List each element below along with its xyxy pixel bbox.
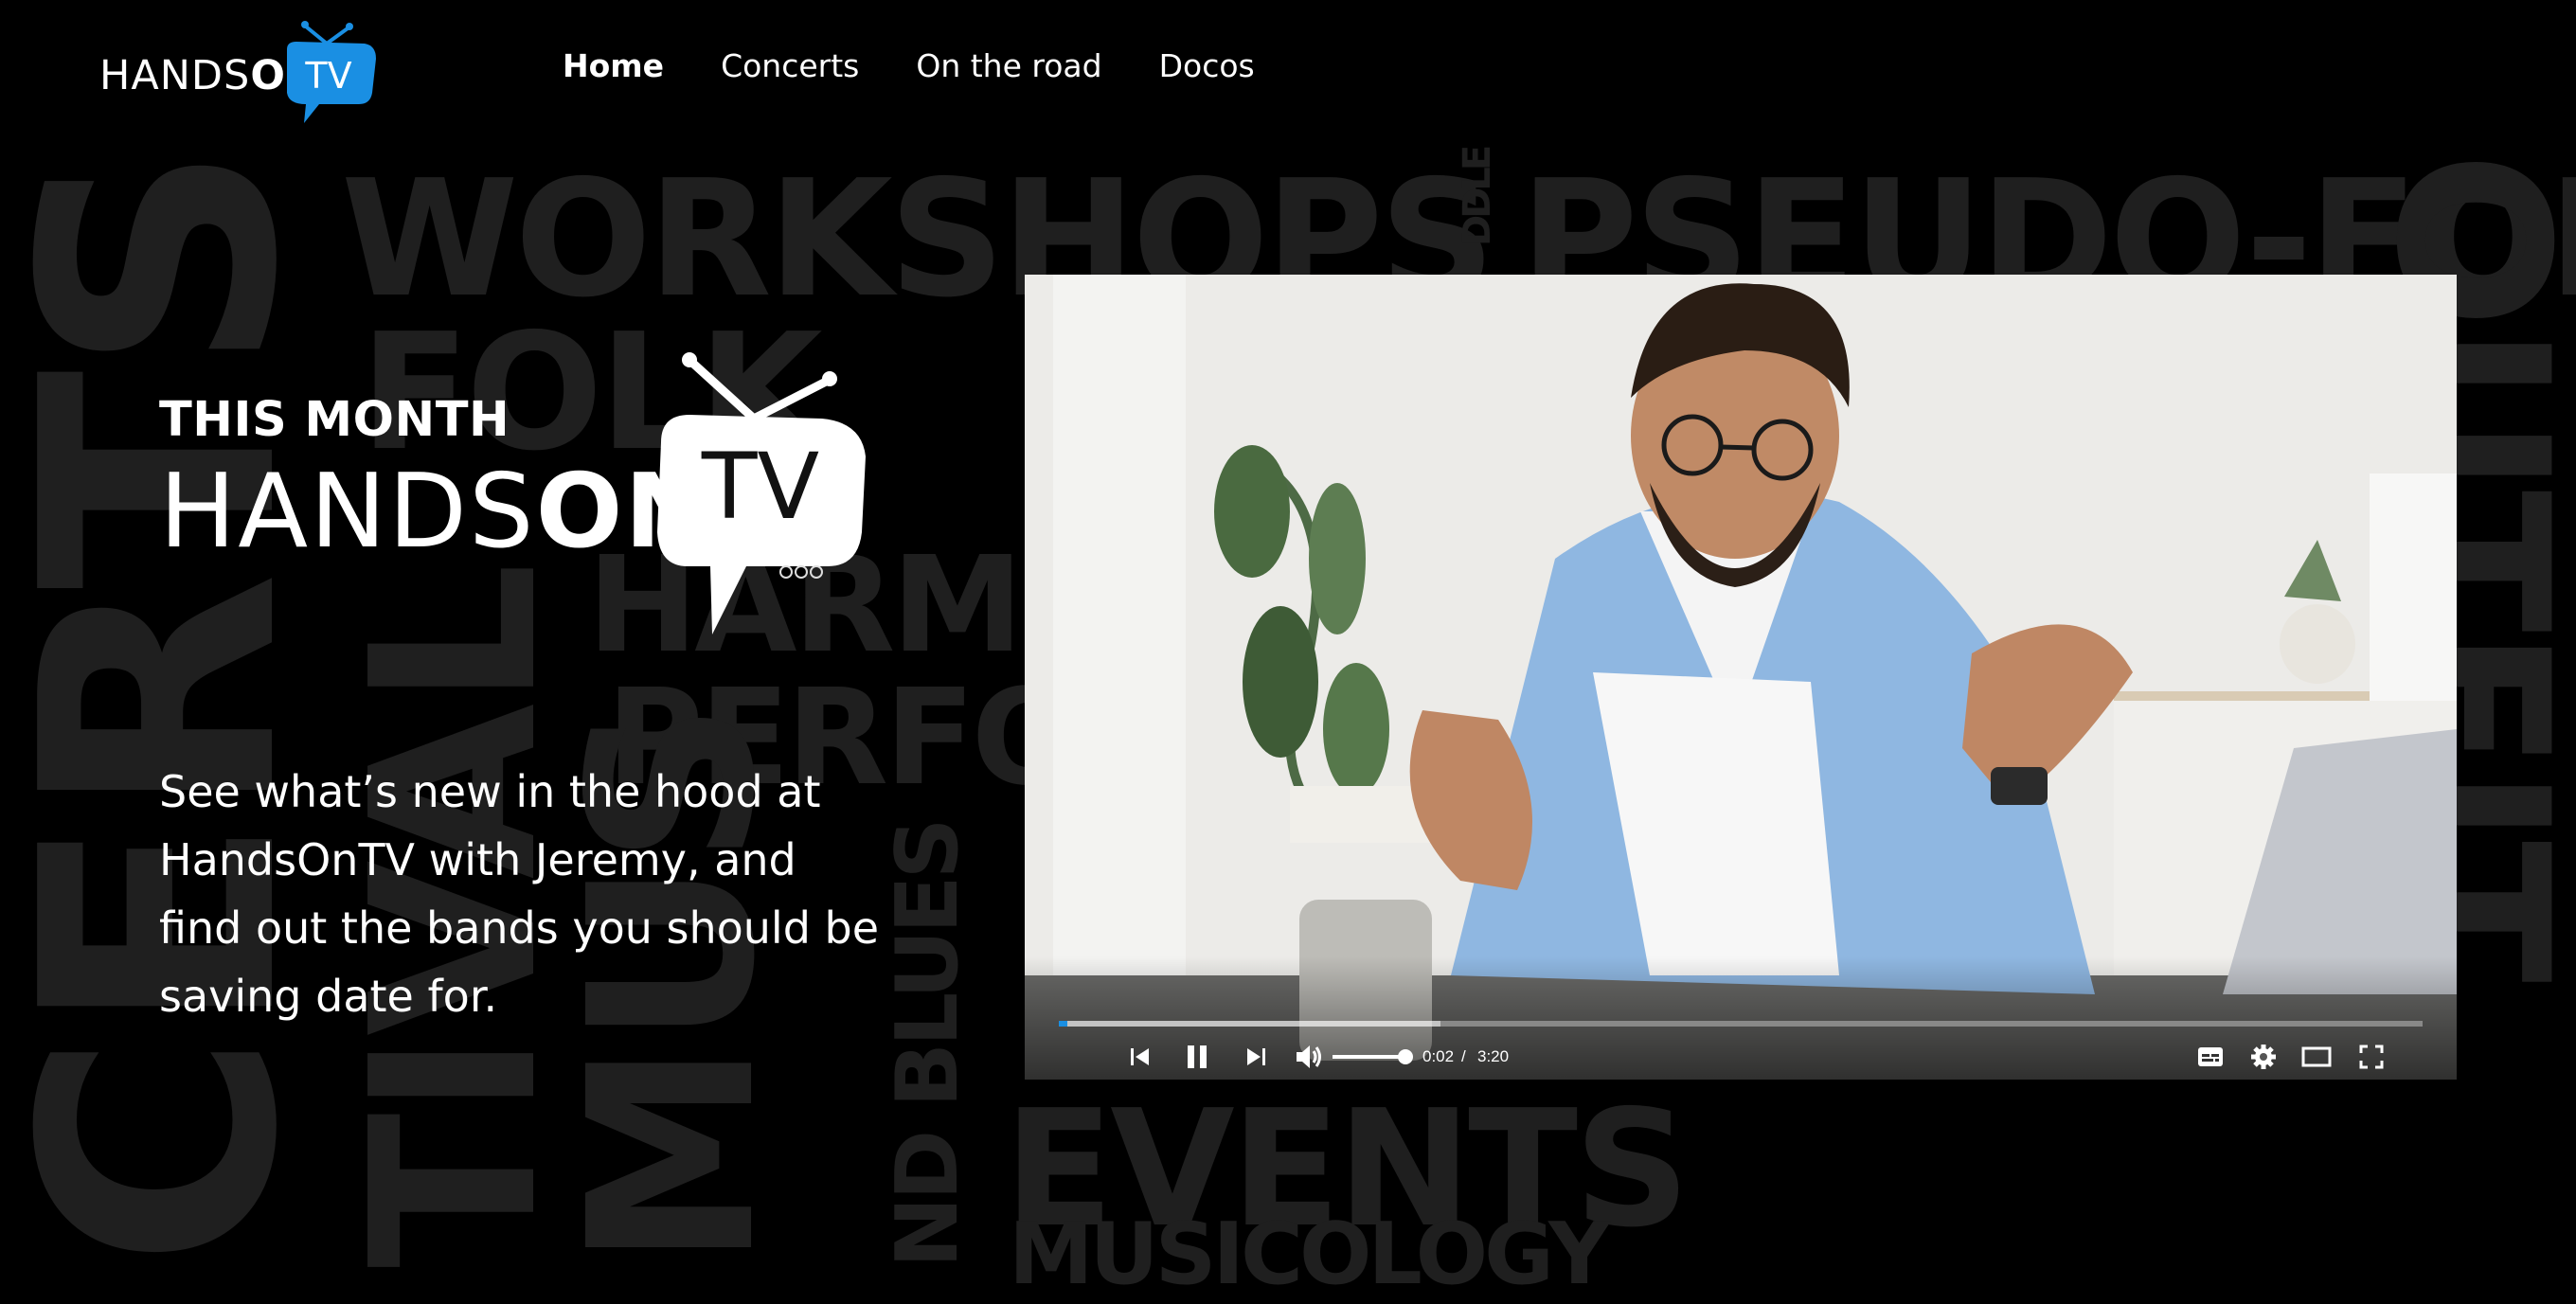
pause-button[interactable] [1180,1040,1214,1074]
nav-on-the-road[interactable]: On the road [916,47,1101,84]
progress-bar[interactable] [1059,1021,2423,1027]
volume-slider-handle[interactable] [1398,1049,1413,1064]
skip-next-icon [1247,1048,1265,1065]
nav-home[interactable]: Home [563,47,664,84]
volume-button[interactable] [1290,1040,1328,1074]
skip-previous-icon [1131,1048,1149,1065]
theater-mode-icon [2301,1046,2332,1067]
current-time: 0:02 [1422,1047,1455,1065]
svg-text:TV: TV [304,55,351,97]
subtitles-icon [2198,1047,2223,1066]
next-button[interactable] [1239,1040,1273,1074]
fullscreen-icon [2359,1045,2384,1069]
fullscreen-button[interactable] [2352,1040,2390,1074]
nav-docos[interactable]: Docos [1159,47,1255,84]
volume-slider[interactable] [1333,1055,1401,1059]
progress-buffer [1059,1021,1441,1027]
progress-played [1059,1021,1067,1027]
settings-button[interactable] [2245,1040,2282,1074]
svg-text:TV: TV [701,434,819,540]
bg-word-musicology: MUSICOLOGY [1009,1205,1610,1304]
time-separator: / [1461,1047,1466,1065]
nav-concerts[interactable]: Concerts [721,47,859,84]
subtitles-button[interactable] [2191,1040,2229,1074]
duration: 3:20 [1477,1047,1510,1065]
hero-logo: HANDSON TV [159,352,879,636]
tv-logo-icon: TV [287,21,376,123]
gear-icon [2251,1045,2276,1069]
hero-description: See what’s new in the hood at HandsOnTV … [159,766,880,1022]
hero-tv-logo-icon: TV [657,352,866,634]
bg-word-concerts: CERTS [0,145,349,1268]
bg-word-fiddle: DDLE [1456,148,1499,246]
site-logo[interactable]: HANDSON TV [99,17,384,126]
previous-button[interactable] [1123,1040,1157,1074]
bg-word-blues: ND BLUES [878,821,977,1268]
pause-icon [1188,1045,1207,1068]
theater-mode-button[interactable] [2298,1040,2335,1074]
main-nav: Home Concerts On the road Docos [563,47,1312,84]
site-header: HANDSON TV Home Concerts On the road Doc… [0,0,2576,142]
volume-icon [1297,1045,1321,1068]
video-player[interactable]: 0:02 / 3:20 [1025,275,2457,1080]
hero-logo-wordmark: HANDSON [159,453,712,571]
